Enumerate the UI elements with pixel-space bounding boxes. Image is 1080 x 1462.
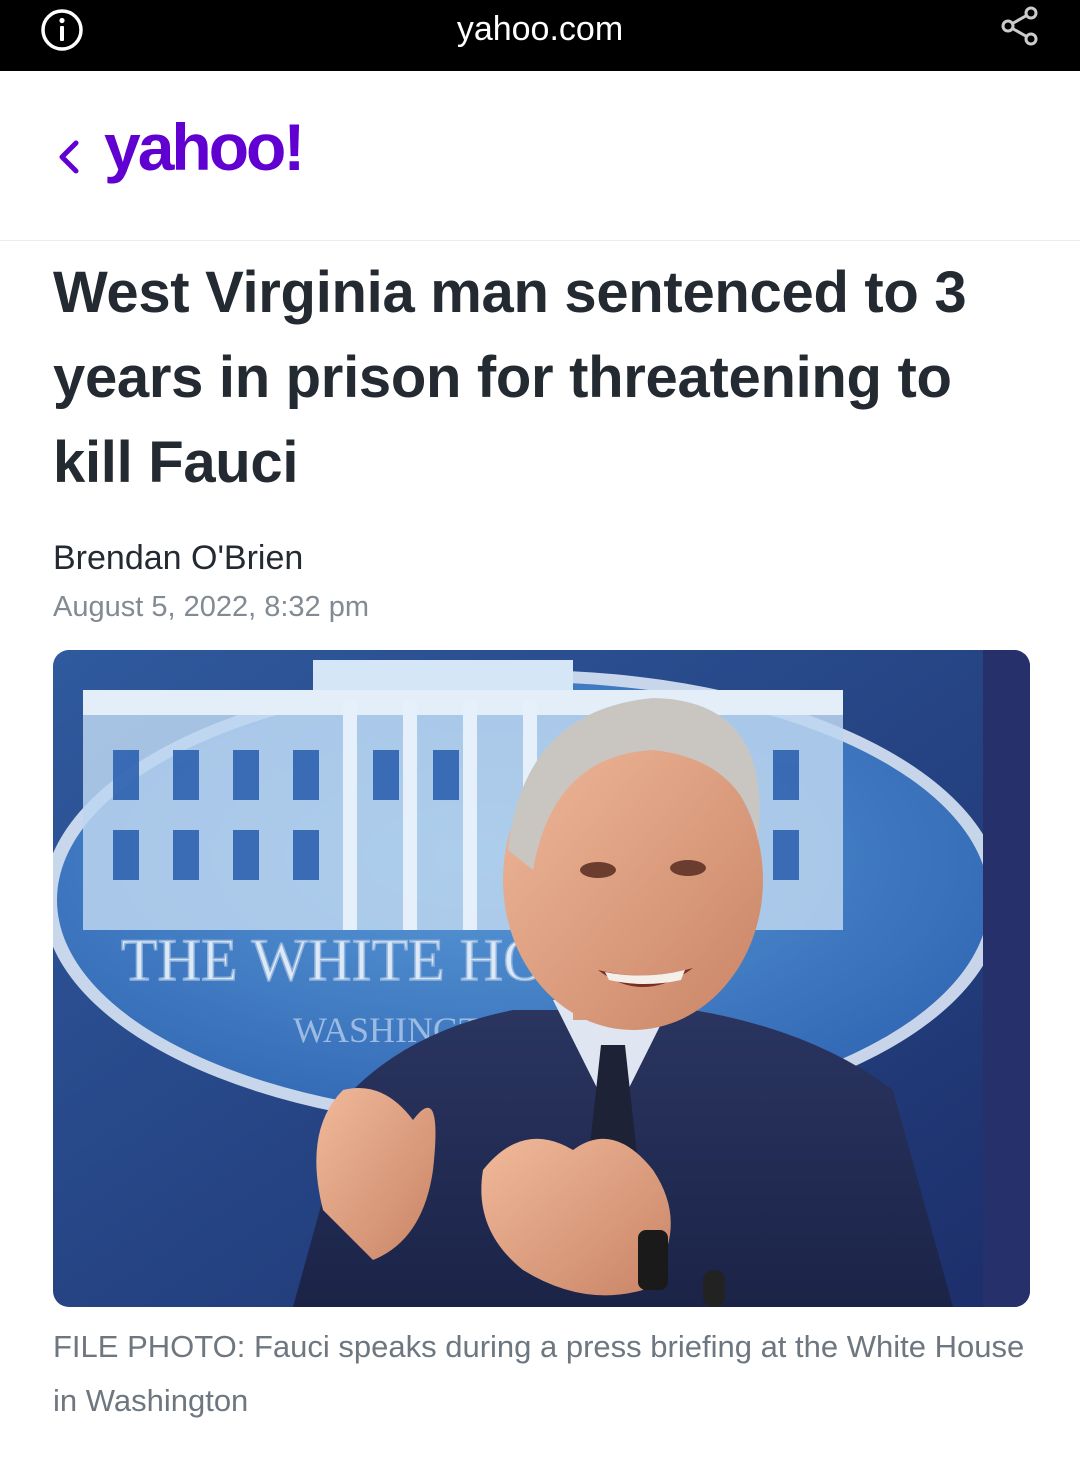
site-header: yahoo!: [0, 71, 1080, 241]
url-display[interactable]: yahoo.com: [0, 8, 1080, 50]
back-chevron-icon[interactable]: [52, 136, 86, 178]
yahoo-logo[interactable]: yahoo!: [104, 110, 344, 195]
share-icon[interactable]: [998, 4, 1042, 48]
article-date: August 5, 2022, 8:32 pm: [53, 591, 369, 623]
browser-toolbar: yahoo.com: [0, 0, 1080, 71]
article-author[interactable]: Brendan O'Brien: [53, 536, 303, 580]
article-headline: West Virginia man sentenced to 3 years i…: [53, 260, 967, 495]
photo-caption: FILE PHOTO: Fauci speaks during a press …: [53, 1329, 1025, 1418]
article-photo[interactable]: THE WHITE HOUSE WASHINGTON: [53, 650, 1030, 1307]
yahoo-logo-text: yahoo!: [104, 115, 302, 184]
